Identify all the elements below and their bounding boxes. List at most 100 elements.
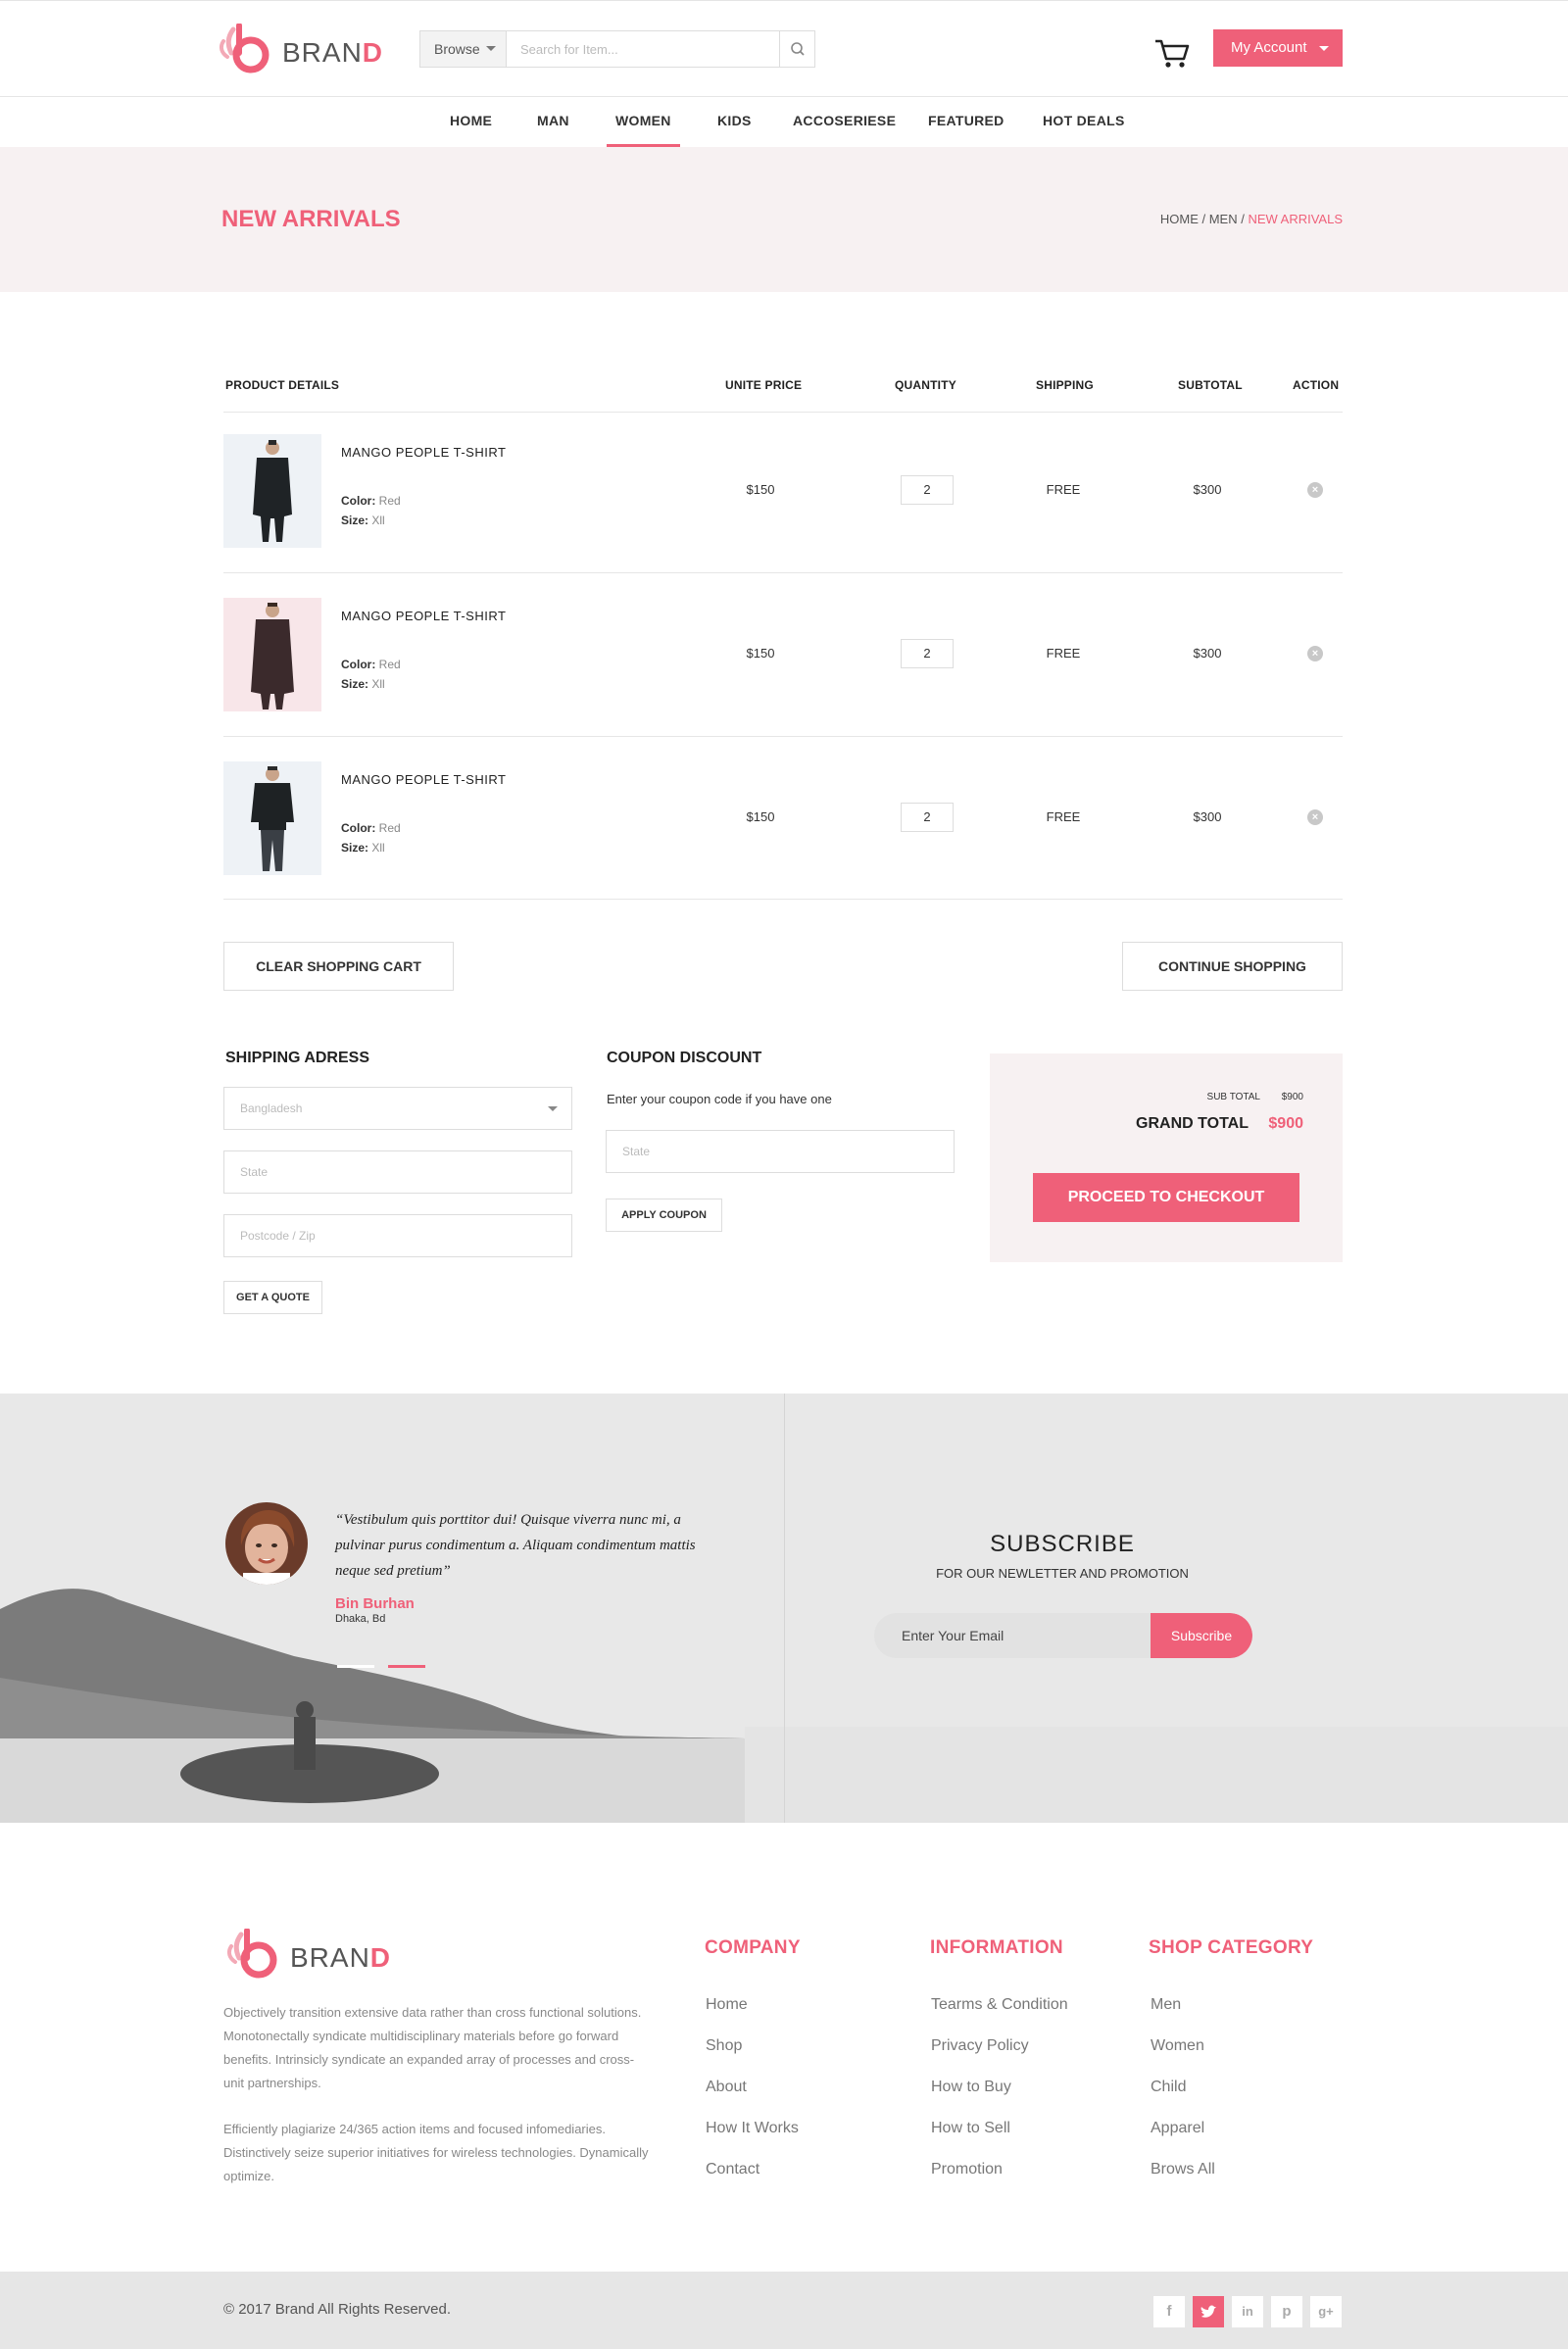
footer-link-how-to-sell[interactable]: How to Sell	[931, 2120, 1010, 2137]
remove-item-icon[interactable]: ×	[1307, 809, 1323, 825]
product-color: Color: Red	[341, 494, 401, 508]
nav-featured[interactable]: FEATURED	[928, 98, 1004, 147]
pinterest-icon[interactable]: p	[1271, 2296, 1302, 2327]
twitter-bird-icon	[1200, 2305, 1216, 2318]
product-color: Color: Red	[341, 658, 401, 671]
footer-description: Objectively transition extensive data ra…	[223, 2005, 642, 2090]
table-divider	[223, 899, 1343, 900]
footer-link-shop[interactable]: Shop	[706, 2037, 742, 2055]
col-header-product: PRODUCT DETAILS	[225, 378, 340, 392]
facebook-icon[interactable]: f	[1153, 2296, 1185, 2327]
product-image[interactable]	[223, 598, 321, 711]
footer-link-privacy[interactable]: Privacy Policy	[931, 2037, 1029, 2055]
footer-link-how-it-works[interactable]: How It Works	[706, 2120, 799, 2137]
unit-price: $150	[746, 482, 775, 497]
search-bar: Browse	[419, 30, 815, 68]
cart-icon[interactable]	[1152, 35, 1192, 71]
my-account-button[interactable]: My Account	[1213, 29, 1343, 67]
testimonial-quote: “Vestibulum quis porttitor dui! Quisque …	[335, 1512, 696, 1579]
product-image[interactable]	[223, 434, 321, 548]
logo-mark-icon	[226, 1929, 277, 1979]
breadcrumb-path[interactable]: HOME / MEN /	[1160, 212, 1249, 226]
google-plus-icon[interactable]: g+	[1310, 2296, 1342, 2327]
slider-dot[interactable]	[337, 1665, 374, 1668]
brand-logo[interactable]: BRAND	[216, 24, 392, 76]
remove-item-icon[interactable]: ×	[1307, 482, 1323, 498]
logo-mark-icon	[219, 24, 270, 73]
brand-name: BRAND	[282, 37, 384, 68]
breadcrumb-current: NEW ARRIVALS	[1248, 212, 1343, 226]
breadcrumb: HOME / MEN / NEW ARRIVALS	[1098, 212, 1343, 226]
unit-price: $150	[746, 809, 775, 824]
country-select[interactable]: Bangladesh	[223, 1087, 572, 1130]
footer-link-home[interactable]: Home	[706, 1996, 748, 2014]
nav-kids[interactable]: KIDS	[717, 98, 752, 147]
footer-link-terms[interactable]: Tearms & Condition	[931, 1996, 1068, 2014]
remove-item-icon[interactable]: ×	[1307, 646, 1323, 661]
linkedin-icon[interactable]: in	[1232, 2296, 1263, 2327]
nav-home[interactable]: HOME	[450, 98, 492, 147]
caret-down-icon	[548, 1106, 558, 1111]
twitter-icon[interactable]	[1193, 2296, 1224, 2327]
footer-link-about[interactable]: About	[706, 2079, 747, 2096]
footer-link-apparel[interactable]: Apparel	[1151, 2120, 1204, 2137]
browse-dropdown[interactable]: Browse	[420, 31, 507, 67]
col-header-price: UNITE PRICE	[725, 378, 803, 392]
row-subtotal: $300	[1193, 482, 1222, 497]
product-size: Size: Xll	[341, 514, 385, 527]
slider-dot-active[interactable]	[388, 1665, 425, 1668]
grand-total-label: GRAND TOTAL	[1136, 1115, 1249, 1132]
coupon-field[interactable]: State	[606, 1130, 955, 1173]
apply-coupon-button[interactable]: APPLY COUPON	[606, 1199, 722, 1232]
shipping-value: FREE	[1046, 646, 1081, 661]
footer-company-title: COMPANY	[705, 1937, 801, 1958]
quantity-input[interactable]: 2	[901, 803, 954, 832]
get-quote-button[interactable]: GET A QUOTE	[223, 1281, 322, 1314]
brand-name: BRAND	[290, 1942, 392, 1973]
footer-link-men[interactable]: Men	[1151, 1996, 1181, 2014]
country-value: Bangladesh	[240, 1101, 303, 1115]
nav-accessories[interactable]: ACCOSERIESE	[793, 98, 896, 147]
nav-man[interactable]: MAN	[537, 98, 569, 147]
product-size: Size: Xll	[341, 677, 385, 691]
footer-link-contact[interactable]: Contact	[706, 2161, 760, 2178]
subscribe-form: Subscribe	[874, 1613, 1252, 1658]
subscribe-subtitle: FOR OUR NEWLETTER AND PROMOTION	[936, 1566, 1189, 1581]
footer-logo[interactable]: BRAND	[223, 1929, 400, 1982]
proceed-to-checkout-button[interactable]: PROCEED TO CHECKOUT	[1033, 1173, 1299, 1222]
search-button[interactable]	[779, 31, 814, 67]
product-name[interactable]: MANGO PEOPLE T-SHIRT	[341, 609, 506, 623]
search-input[interactable]	[507, 31, 777, 67]
subscribe-button[interactable]: Subscribe	[1151, 1613, 1252, 1658]
product-image[interactable]	[223, 761, 321, 875]
col-header-subtotal: SUBTOTAL	[1178, 378, 1243, 392]
continue-shopping-button[interactable]: CONTINUE SHOPPING	[1122, 942, 1343, 991]
nav-women[interactable]: WOMEN	[607, 98, 680, 147]
subscribe-email-input[interactable]	[874, 1613, 1151, 1658]
col-header-action: ACTION	[1293, 378, 1340, 392]
state-field[interactable]: State	[223, 1150, 572, 1194]
footer-link-women[interactable]: Women	[1151, 2037, 1204, 2055]
footer-link-browse-all[interactable]: Brows All	[1151, 2161, 1215, 2178]
col-header-quantity: QUANTITY	[895, 378, 956, 392]
zip-field[interactable]: Postcode / Zip	[223, 1214, 572, 1257]
product-name[interactable]: MANGO PEOPLE T-SHIRT	[341, 772, 506, 787]
product-name[interactable]: MANGO PEOPLE T-SHIRT	[341, 445, 506, 460]
footer-link-promotion[interactable]: Promotion	[931, 2161, 1003, 2178]
quantity-input[interactable]: 2	[901, 475, 954, 505]
table-divider	[223, 736, 1343, 737]
caret-down-icon	[1319, 46, 1329, 51]
footer-link-child[interactable]: Child	[1151, 2079, 1186, 2096]
subscribe-title: SUBSCRIBE	[990, 1531, 1135, 1557]
nav-hot-deals[interactable]: HOT DEALS	[1043, 98, 1125, 147]
clear-cart-button[interactable]: CLEAR SHOPPING CART	[223, 942, 454, 991]
testimonial-author: Bin Burhan	[335, 1595, 415, 1612]
table-divider	[223, 572, 1343, 573]
quantity-input[interactable]: 2	[901, 639, 954, 668]
page-title: NEW ARRIVALS	[221, 206, 401, 232]
footer-information-title: INFORMATION	[930, 1937, 1063, 1958]
testimonial-avatar	[225, 1502, 308, 1585]
row-subtotal: $300	[1193, 809, 1222, 824]
unit-price: $150	[746, 646, 775, 661]
footer-link-how-to-buy[interactable]: How to Buy	[931, 2079, 1011, 2096]
